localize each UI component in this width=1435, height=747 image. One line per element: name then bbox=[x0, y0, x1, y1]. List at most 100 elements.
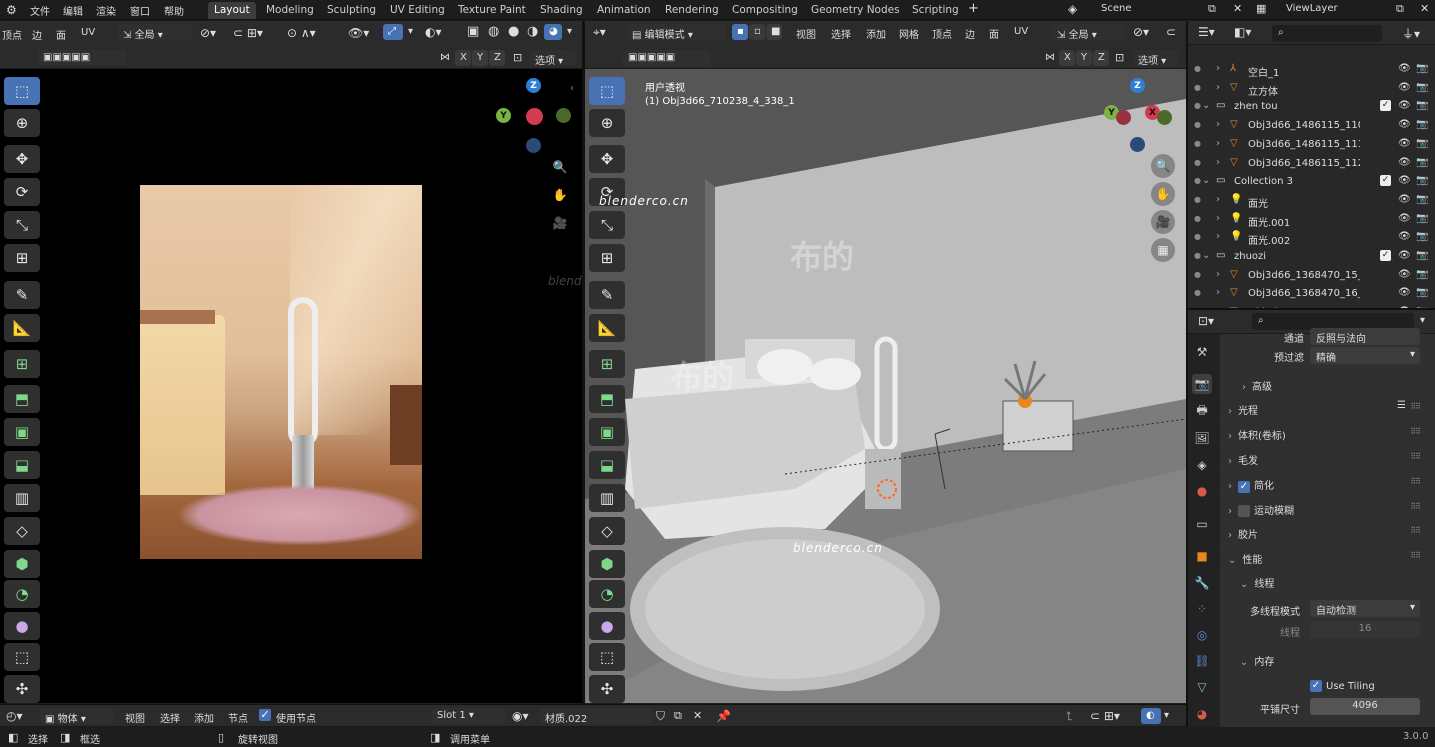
right-inset-tool-icon[interactable]: ▣ bbox=[589, 418, 625, 446]
node-menu-select[interactable]: 选择 bbox=[160, 710, 180, 725]
eye-icon[interactable]: 👁 bbox=[1398, 269, 1411, 280]
tab-uv-editing[interactable]: UV Editing bbox=[384, 2, 451, 19]
select-mode-buttons[interactable]: ▣▣▣▣▣ bbox=[38, 50, 126, 66]
shader-editor-type-icon[interactable]: ◴▾ bbox=[6, 709, 23, 723]
expand-chevron-icon[interactable]: › bbox=[1216, 63, 1220, 74]
right-viewport[interactable]: ⬚ ⊕ ✥ ⟳ ⤡ ⊞ ✎ 📐 ⊞ ⬒ ▣ ⬓ ▥ ◇ ⬢ ◔ ● ⬚ ✣ 用户… bbox=[585, 69, 1186, 703]
right-gizmo-z-negative[interactable] bbox=[1130, 137, 1145, 152]
right-pivot-icon[interactable]: ⊘▾ bbox=[1133, 25, 1149, 39]
proportional-edit-icon[interactable]: ⊙ ∧▾ bbox=[287, 26, 316, 40]
left-viewport[interactable]: ⬚ ⊕ ✥ ⟳ ⤡ ⊞ ✎ 📐 ⊞ ⬒ ▣ ⬓ ▥ ◇ ⬢ ◔ ● ⬚ ✣ Z … bbox=[0, 69, 626, 703]
collection-tab-icon[interactable]: ▭ bbox=[1192, 514, 1212, 534]
right-loop-cut-tool-icon[interactable]: ▥ bbox=[589, 484, 625, 512]
prefilter-dropdown[interactable]: 精确 ▾ bbox=[1310, 347, 1420, 364]
tab-compositing[interactable]: Compositing bbox=[726, 2, 804, 19]
menu-edit[interactable]: 编辑 bbox=[63, 3, 83, 18]
outliner-row[interactable]: ● › ▽ Obj3d66_1368470_16_ 👁 📷 bbox=[1188, 285, 1435, 304]
expand-chevron-icon[interactable]: › bbox=[1216, 287, 1220, 298]
right-scale-tool-icon[interactable]: ⤡ bbox=[589, 211, 625, 239]
extrude-tool-icon[interactable]: ⬒ bbox=[4, 385, 40, 413]
threads-subpanel[interactable]: ⌄ 线程 bbox=[1236, 571, 1426, 590]
right-select-box-tool-icon[interactable]: ⬚ bbox=[589, 77, 625, 105]
menu-mesh[interactable]: 网格 bbox=[899, 26, 919, 41]
auto-merge-icon[interactable]: ⊡ bbox=[513, 51, 522, 64]
properties-options-icon[interactable]: ▾ bbox=[1420, 315, 1425, 326]
gizmo-y-negative[interactable] bbox=[556, 108, 571, 123]
smooth-tool-icon[interactable]: ● bbox=[4, 612, 40, 640]
node-menu-node[interactable]: 节点 bbox=[228, 710, 248, 725]
camera-render-icon[interactable]: 📷 bbox=[1416, 100, 1428, 111]
tab-layout[interactable]: Layout bbox=[208, 2, 256, 19]
right-shear-tool-icon[interactable]: ✣ bbox=[589, 675, 625, 703]
camera-render-icon[interactable]: 📷 bbox=[1416, 250, 1428, 261]
node-snap-icon[interactable]: ⊂ ⊞▾ bbox=[1090, 709, 1120, 723]
outliner-row[interactable]: ● › ▽ Obj3d66_1368470_15_ 👁 📷 bbox=[1188, 267, 1435, 286]
panel-0[interactable]: › 光程 ☰ ⠿⠿ bbox=[1222, 397, 1428, 419]
use-nodes-checkbox[interactable]: ✓ bbox=[259, 709, 271, 721]
right-cursor-tool-icon[interactable]: ⊕ bbox=[589, 109, 625, 137]
expand-chevron-icon[interactable]: ⌄ bbox=[1202, 175, 1210, 186]
right-gizmo-x-negative[interactable] bbox=[1116, 110, 1131, 125]
outliner-row[interactable]: ● › ▽ Obj3d66_1486115_112 👁 📷 bbox=[1188, 155, 1435, 174]
menu-edge[interactable]: 边 bbox=[965, 26, 975, 41]
right-add-cube-tool-icon[interactable]: ⊞ bbox=[589, 350, 625, 378]
menu-select[interactable]: 选择 bbox=[831, 26, 851, 41]
mode-dropdown[interactable]: ▤ 编辑模式 ▾ bbox=[627, 24, 727, 40]
right-extrude-tool-icon[interactable]: ⬒ bbox=[589, 385, 625, 413]
material-shading-icon[interactable]: ◑ bbox=[527, 24, 538, 39]
drag-handle-icon[interactable]: ⠿⠿ bbox=[1410, 477, 1421, 486]
rendered-shading-icon[interactable]: ◕ bbox=[544, 24, 562, 40]
tile-size-field[interactable]: 4096 bbox=[1310, 698, 1420, 715]
spin-tool-icon[interactable]: ◔ bbox=[4, 580, 40, 608]
gizmo-z-axis[interactable]: Z bbox=[526, 78, 541, 93]
node-overlay-icon[interactable]: ◐ bbox=[1141, 708, 1161, 724]
expand-chevron-icon[interactable]: › bbox=[1216, 213, 1220, 224]
eye-icon[interactable]: 👁 bbox=[1398, 194, 1411, 205]
right-zoom-icon[interactable]: 🔍 bbox=[1151, 154, 1175, 178]
threads-count-field[interactable]: 16 bbox=[1310, 621, 1420, 638]
add-workspace-icon[interactable]: + bbox=[968, 1, 979, 16]
drag-handle-icon[interactable]: ⠿⠿ bbox=[1410, 526, 1421, 535]
mirror-icon[interactable]: ⋈ bbox=[440, 52, 450, 63]
bevel-tool-icon[interactable]: ⬓ bbox=[4, 451, 40, 479]
annotate-tool-icon[interactable]: ✎ bbox=[4, 281, 40, 309]
world-tab-icon[interactable]: ● bbox=[1192, 481, 1212, 501]
xray-icon[interactable]: ▣ bbox=[467, 24, 479, 39]
tab-texture-paint[interactable]: Texture Paint bbox=[452, 2, 532, 19]
right-transform-tool-icon[interactable]: ⊞ bbox=[589, 244, 625, 272]
uv-label[interactable]: UV bbox=[81, 27, 95, 38]
select-box-tool-icon[interactable]: ⬚ bbox=[4, 77, 40, 105]
menu-help[interactable]: 帮助 bbox=[164, 3, 184, 18]
panel-5[interactable]: › 胶片 ⠿⠿ bbox=[1222, 521, 1428, 543]
expand-chevron-icon[interactable]: › bbox=[1216, 157, 1220, 168]
right-poly-build-tool-icon[interactable]: ⬢ bbox=[589, 550, 625, 578]
right-mirror-y-button[interactable]: Y bbox=[1076, 50, 1092, 66]
panel-2[interactable]: › 毛发 ⠿⠿ bbox=[1222, 447, 1428, 469]
gizmo-x-negative[interactable] bbox=[526, 108, 543, 125]
expand-chevron-icon[interactable]: ⌄ bbox=[1202, 100, 1210, 111]
outliner-row[interactable]: ● ⌄ ▭ zhen tou ✓ 👁 📷 bbox=[1188, 98, 1435, 117]
camera-render-icon[interactable]: 📷 bbox=[1416, 287, 1428, 298]
face-select-icon[interactable]: ■ bbox=[766, 24, 782, 40]
camera-render-icon[interactable]: 📷 bbox=[1416, 213, 1428, 224]
drag-handle-icon[interactable]: ⠿⠿ bbox=[1410, 427, 1421, 436]
threading-mode-dropdown[interactable]: 自动检测 ▾ bbox=[1310, 600, 1420, 617]
right-orientation-dropdown[interactable]: ⇲ 全局 ▾ bbox=[1052, 24, 1124, 40]
outliner-row[interactable]: ● › 💡 面光.001 👁 📷 bbox=[1188, 211, 1435, 230]
eye-icon[interactable]: 👁 bbox=[1398, 157, 1411, 168]
right-bevel-tool-icon[interactable]: ⬓ bbox=[589, 451, 625, 479]
tab-shading[interactable]: Shading bbox=[534, 2, 589, 19]
display-mode-icon[interactable]: ◧▾ bbox=[1234, 25, 1251, 39]
expand-chevron-icon[interactable]: › bbox=[1216, 138, 1220, 149]
camera-render-icon[interactable]: 📷 bbox=[1416, 175, 1428, 186]
drag-handle-icon[interactable]: ⠿⠿ bbox=[1410, 402, 1421, 411]
mirror-z-button[interactable]: Z bbox=[489, 50, 505, 66]
camera-render-icon[interactable]: 📷 bbox=[1416, 194, 1428, 205]
drag-handle-icon[interactable]: ⠿⠿ bbox=[1410, 502, 1421, 511]
mirror-y-button[interactable]: Y bbox=[472, 50, 488, 66]
rotate-tool-icon[interactable]: ⟳ bbox=[4, 178, 40, 206]
outliner-row[interactable]: ● ⌄ ▭ Collection 3 ✓ 👁 📷 bbox=[1188, 173, 1435, 192]
select-edge-label[interactable]: 边 bbox=[32, 27, 42, 42]
data-tab-icon[interactable]: ▽ bbox=[1192, 677, 1212, 697]
pivot-icon[interactable]: ⊘▾ bbox=[200, 26, 216, 40]
